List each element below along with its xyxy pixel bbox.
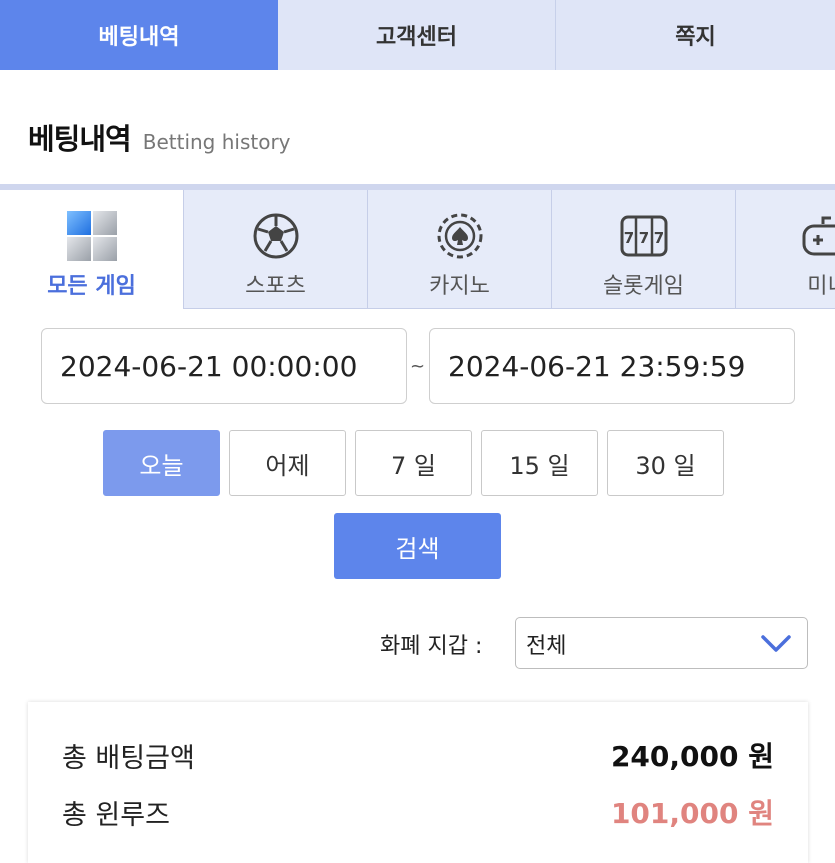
tab-customer-center[interactable]: 고객센터: [278, 0, 556, 70]
total-winloss-label: 총 윈루즈: [62, 799, 170, 831]
cubes-icon: [64, 208, 120, 264]
game-tab-label: 미니: [807, 274, 835, 299]
total-bet-value: 240,000 원: [610, 740, 774, 773]
svg-text:7: 7: [638, 229, 648, 247]
period-7days-button[interactable]: 7 일: [355, 430, 472, 496]
game-tab-label: 카지노: [429, 274, 490, 299]
slot-machine-icon: 7 7 7: [619, 208, 669, 264]
total-winloss-value: 101,000 원: [610, 797, 774, 830]
svg-text:7: 7: [653, 229, 663, 247]
end-date-input[interactable]: [429, 328, 795, 404]
search-button[interactable]: 검색: [334, 513, 501, 579]
period-30days-button[interactable]: 30 일: [607, 430, 724, 496]
total-bet-label: 총 배팅금액: [62, 742, 195, 774]
wallet-label: 화폐 지갑 :: [380, 634, 483, 659]
total-winloss-row: 총 윈루즈 101,000 원: [62, 792, 774, 832]
game-tab-mini[interactable]: 미니: [736, 190, 835, 309]
chevron-down-icon: [759, 630, 793, 660]
casino-chip-icon: [435, 208, 485, 264]
total-bet-row: 총 배팅금액 240,000 원: [62, 735, 774, 775]
wallet-select[interactable]: 전체: [515, 617, 808, 669]
tab-betting-history[interactable]: 베팅내역: [0, 0, 278, 70]
period-yesterday-button[interactable]: 어제: [229, 430, 346, 496]
game-tab-casino[interactable]: 카지노: [368, 190, 552, 309]
page-title: 베팅내역 Betting history: [28, 116, 291, 158]
tab-messages[interactable]: 쪽지: [556, 0, 835, 70]
page-title-english: Betting history: [142, 130, 291, 154]
period-today-button[interactable]: 오늘: [103, 430, 220, 496]
game-tab-label: 스포츠: [245, 274, 306, 299]
game-tab-all[interactable]: 모든 게임: [0, 190, 184, 309]
soccer-ball-icon: [251, 208, 301, 264]
page-title-korean: 베팅내역: [28, 122, 132, 156]
period-button-group: 오늘 어제 7 일 15 일 30 일: [103, 430, 724, 496]
gamepad-icon: [801, 208, 835, 264]
game-tab-sports[interactable]: 스포츠: [184, 190, 368, 309]
betting-summary: 총 배팅금액 240,000 원 총 윈루즈 101,000 원: [28, 702, 808, 863]
date-range-separator: ~: [410, 356, 426, 377]
svg-text:7: 7: [623, 229, 633, 247]
top-nav-tabs: 베팅내역 고객센터 쪽지: [0, 0, 835, 70]
wallet-selected-value: 전체: [526, 634, 567, 659]
game-tab-label: 슬롯게임: [603, 274, 684, 299]
period-15days-button[interactable]: 15 일: [481, 430, 598, 496]
game-tab-label: 모든 게임: [47, 274, 136, 299]
start-date-input[interactable]: [41, 328, 407, 404]
game-type-tabs: 모든 게임 스포츠 카지노 7 7 7 슬롯게임 미: [0, 184, 835, 309]
game-tab-slots[interactable]: 7 7 7 슬롯게임: [552, 190, 736, 309]
